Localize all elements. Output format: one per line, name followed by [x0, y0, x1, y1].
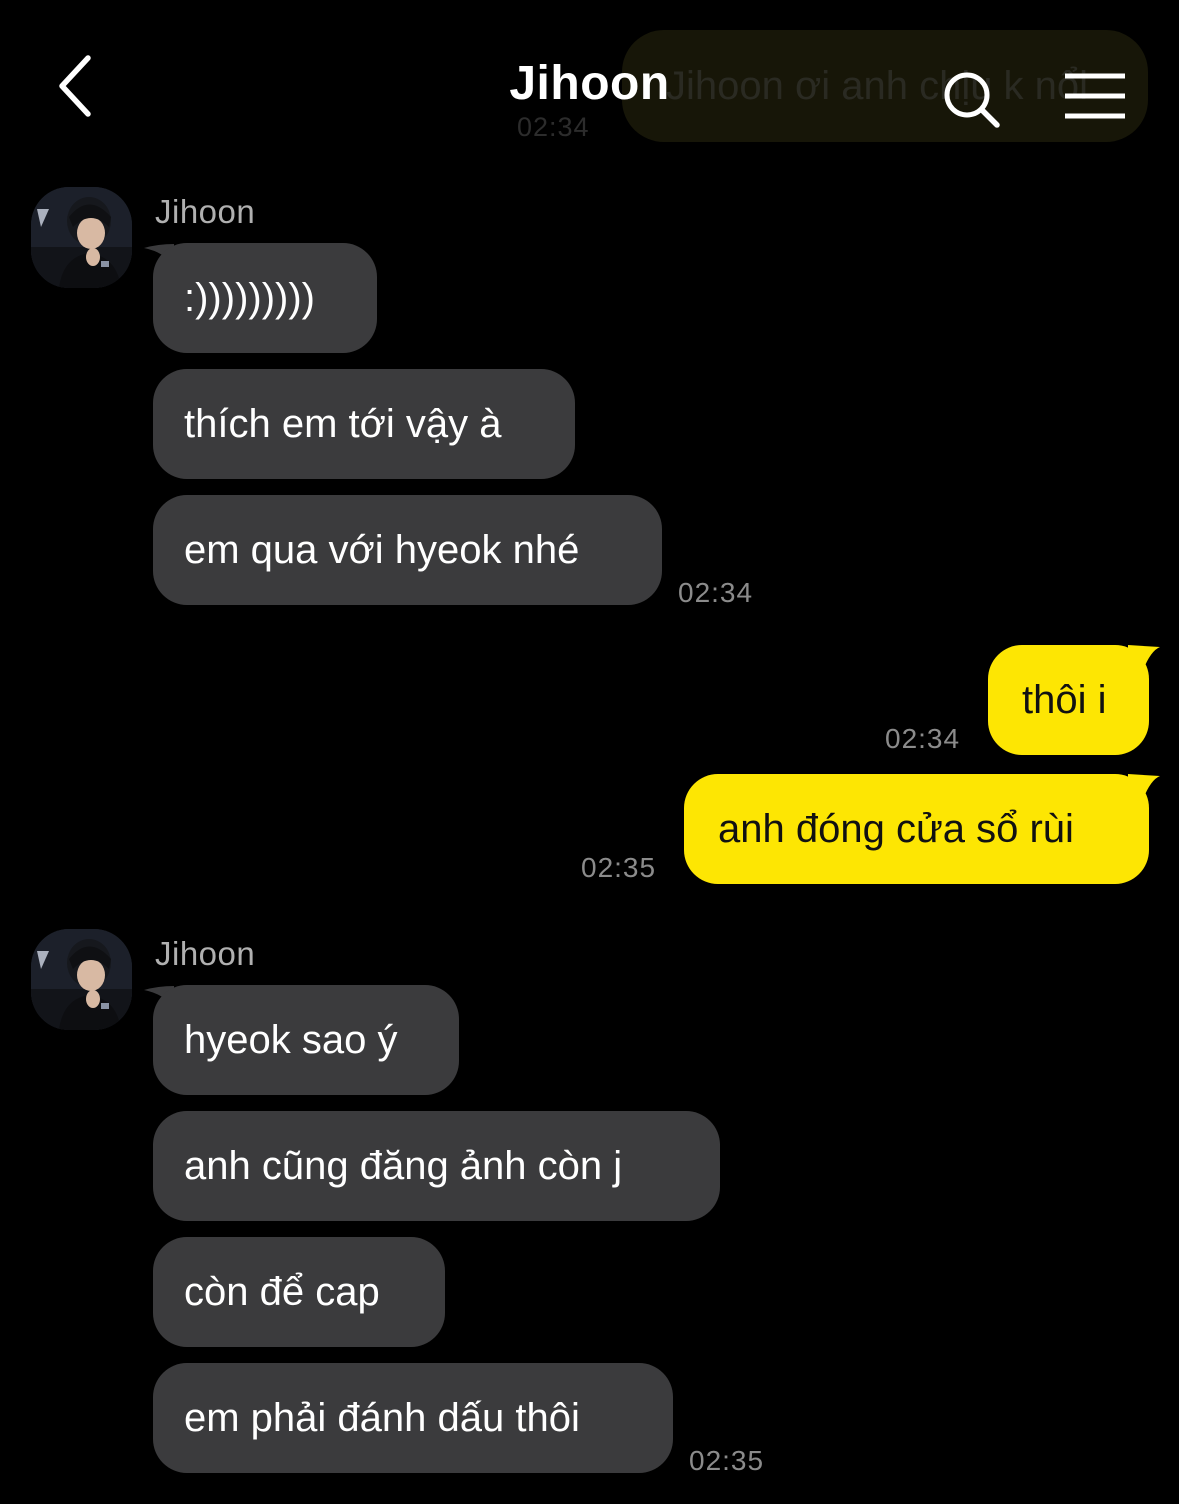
incoming-message[interactable]: em qua với hyeok nhé: [153, 495, 662, 605]
message-time: 02:34: [885, 723, 961, 754]
scrolled-message-time: 02:34: [517, 112, 590, 142]
incoming-message[interactable]: hyeok sao ý: [153, 985, 459, 1095]
profile-photo: [31, 187, 132, 288]
chat-header: Jihoon ơi anh chịu k nổi 02:34 Jihoon: [0, 0, 1179, 160]
outgoing-message[interactable]: thôi i: [988, 645, 1149, 755]
sender-name: Jihoon: [155, 935, 256, 972]
sender-name: Jihoon: [155, 193, 256, 230]
message-time: 02:34: [678, 577, 754, 608]
bubble-tail: [1128, 774, 1160, 802]
search-button[interactable]: [940, 68, 1006, 130]
incoming-message[interactable]: anh cũng đăng ảnh còn j: [153, 1111, 720, 1221]
incoming-message[interactable]: em phải đánh dấu thôi: [153, 1363, 673, 1473]
incoming-message[interactable]: :))))))))): [153, 243, 377, 353]
hamburger-menu-icon: [1065, 73, 1125, 119]
message-time: 02:35: [581, 852, 657, 883]
avatar[interactable]: [31, 929, 132, 1030]
incoming-message[interactable]: còn để cap: [153, 1237, 445, 1347]
search-icon: [944, 72, 1000, 128]
chat-screen: Jihoon ơi anh chịu k nổi 02:34 Jihoon Ji…: [0, 0, 1179, 1504]
profile-photo: [31, 929, 132, 1030]
incoming-message[interactable]: thích em tới vậy à: [153, 369, 575, 479]
outgoing-message[interactable]: anh đóng cửa sổ rùi: [684, 774, 1149, 884]
menu-button[interactable]: [1062, 72, 1128, 122]
avatar[interactable]: [31, 187, 132, 288]
bubble-tail: [1128, 645, 1160, 673]
message-time: 02:35: [689, 1445, 765, 1476]
